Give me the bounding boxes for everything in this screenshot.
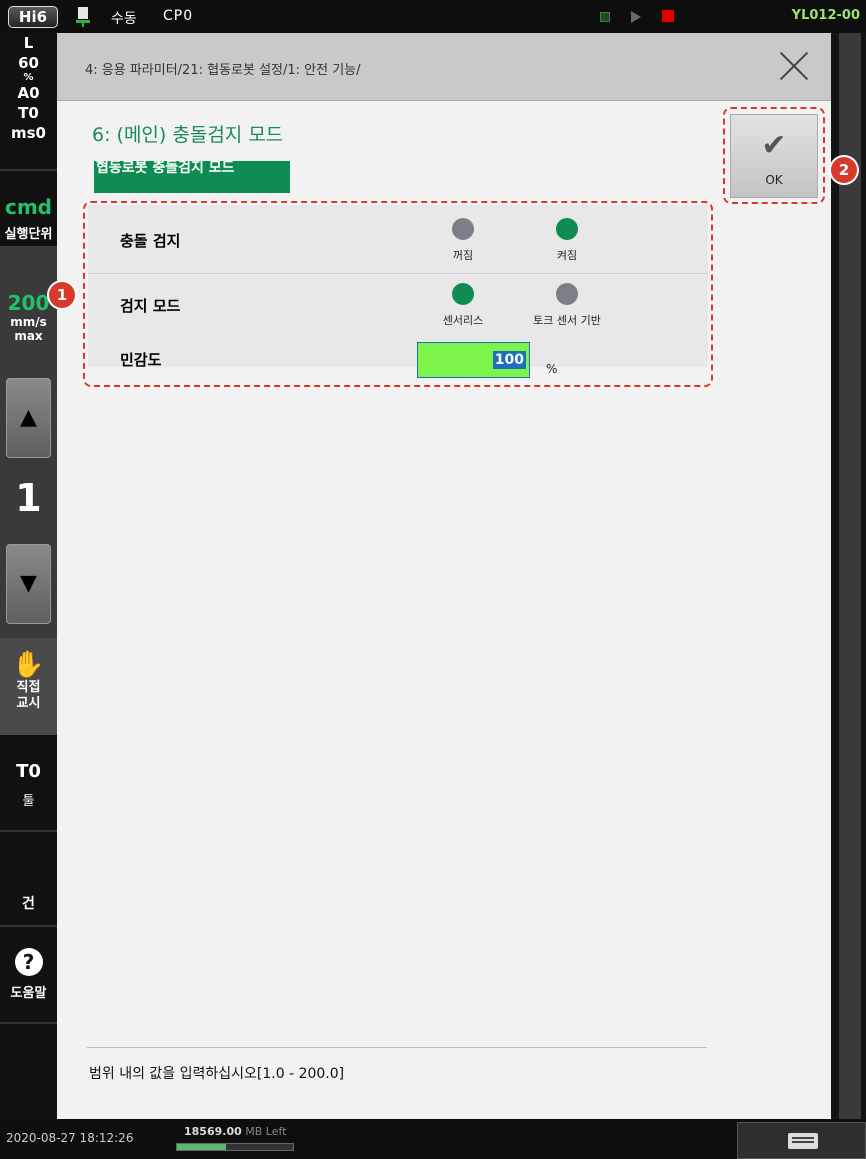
radio-sensorless-label: 센서리스 [442, 314, 484, 327]
play-status-icon [631, 11, 641, 23]
range-hint: 범위 내의 값을 입력하십시오[1.0 - 200.0] [89, 1066, 345, 1082]
ok-highlight: ✔ OK [723, 107, 825, 204]
datetime: 2020-08-27 18:12:26 [6, 1131, 134, 1145]
status-line: 60 [18, 54, 39, 72]
speed-mode: max [14, 329, 43, 343]
scrollbar[interactable] [839, 33, 861, 1119]
top-status-bar: Hi6 수동 CP0 YL012-00 [0, 0, 866, 33]
row-label: 충돌 검지 [120, 232, 181, 250]
execution-unit-button[interactable]: cmd 실행단위 [0, 173, 57, 246]
status-line: L [23, 34, 34, 52]
cmd-sub-label: 실행단위 [4, 227, 53, 242]
radio-torque-sensor-button[interactable] [556, 283, 578, 305]
radio-off-button[interactable] [452, 218, 474, 240]
status-line: A0 [17, 84, 40, 102]
sensitivity-value: 100 [492, 351, 526, 369]
row-label: 검지 모드 [120, 297, 181, 315]
keyboard-button[interactable] [737, 1122, 866, 1159]
settings-group: 충돌 검지 꺼짐 켜짐 검지 모드 센서리스 토크 센서 기반 민감도 100 … [83, 201, 713, 387]
gun-button[interactable]: 건 [0, 831, 57, 926]
gun-label: 건 [22, 896, 35, 912]
memory-readout: 18569.00 MB Left [184, 1125, 287, 1138]
keyboard-icon [788, 1133, 818, 1149]
robot-status-block: L 60 % A0 T0 ms0 [0, 33, 57, 167]
pendant-icon [76, 7, 90, 27]
callout-marker-1: 1 [49, 282, 75, 308]
hi6-logo: Hi6 [8, 6, 58, 28]
radio-on-button[interactable] [556, 218, 578, 240]
tool-value: T0 [16, 761, 41, 782]
detect-mode-row: 검지 모드 센서리스 토크 센서 기반 민감도 [88, 274, 708, 369]
job-file-name: YL012-00 [791, 8, 860, 23]
step-up-button[interactable]: ▲ [6, 378, 51, 458]
stop-status-icon [662, 10, 674, 22]
step-value: 1 [15, 476, 42, 520]
help-label: 도움말 [10, 986, 47, 1001]
callout-marker-2: 2 [831, 157, 857, 183]
speed-button[interactable]: 200 mm/s max [0, 246, 57, 376]
ok-label: OK [765, 173, 783, 187]
close-icon[interactable] [777, 49, 811, 83]
checkmark-icon: ✔ [761, 128, 787, 163]
memory-label: MB Left [245, 1125, 287, 1138]
teach-label-line2: 교시 [16, 696, 41, 711]
tool-button[interactable]: T0 툴 [0, 735, 57, 831]
status-line: % [23, 72, 34, 83]
hand-icon: ✋ [12, 650, 45, 680]
radio-on-label: 켜짐 [556, 249, 578, 262]
teach-label-line1: 직접 [16, 680, 41, 695]
status-line: ms0 [11, 124, 46, 142]
direct-teach-button[interactable]: ✋ 직접 교시 [0, 638, 57, 735]
memory-bar [176, 1143, 294, 1151]
breadcrumb: 4: 응용 파라미터/21: 협동로봇 설정/1: 안전 기능/ [85, 63, 361, 78]
row-label: 민감도 [120, 351, 162, 369]
right-strip [831, 33, 866, 1119]
step-control: ▲ 1 ▼ [0, 376, 57, 638]
control-point: CP0 [163, 8, 194, 24]
tool-label: 툴 [22, 794, 35, 809]
speed-unit: mm/s [10, 315, 47, 329]
parameter-dialog: 4: 응용 파라미터/21: 협동로봇 설정/1: 안전 기능/ 6: (메인)… [49, 33, 857, 1119]
divider [87, 1047, 707, 1048]
dialog-header: 4: 응용 파라미터/21: 협동로봇 설정/1: 안전 기능/ [57, 33, 831, 101]
sensitivity-unit: % [546, 362, 558, 376]
radio-sensorless-button[interactable] [452, 283, 474, 305]
left-status-panel: L 60 % A0 T0 ms0 cmd 실행단위 200 mm/s max ▲… [0, 33, 57, 1119]
memory-bar-fill [177, 1144, 226, 1150]
page-title: 6: (메인) 충돌검지 모드 [92, 124, 284, 146]
radio-off-label: 꺼짐 [452, 249, 474, 262]
section-badge: 협동로봇 충돌검지 모드 [94, 161, 290, 193]
status-line: T0 [18, 104, 39, 122]
help-button[interactable]: ? 도움말 [0, 926, 57, 1023]
memory-value: 18569.00 [184, 1125, 242, 1138]
bottom-status-bar: 2020-08-27 18:12:26 18569.00 MB Left [0, 1119, 866, 1159]
divider [0, 1022, 57, 1024]
step-down-button[interactable]: ▼ [6, 544, 51, 624]
motor-on-indicator-icon [600, 12, 610, 22]
help-icon: ? [14, 948, 43, 976]
ok-button[interactable]: ✔ OK [730, 114, 818, 198]
divider [0, 169, 57, 171]
operation-mode: 수동 [111, 11, 137, 27]
radio-torque-sensor-label: 토크 센서 기반 [533, 314, 601, 327]
cmd-label: cmd [4, 195, 52, 219]
sensitivity-input[interactable]: 100 [417, 342, 530, 378]
collision-detect-row: 충돌 검지 꺼짐 켜짐 [88, 205, 708, 274]
